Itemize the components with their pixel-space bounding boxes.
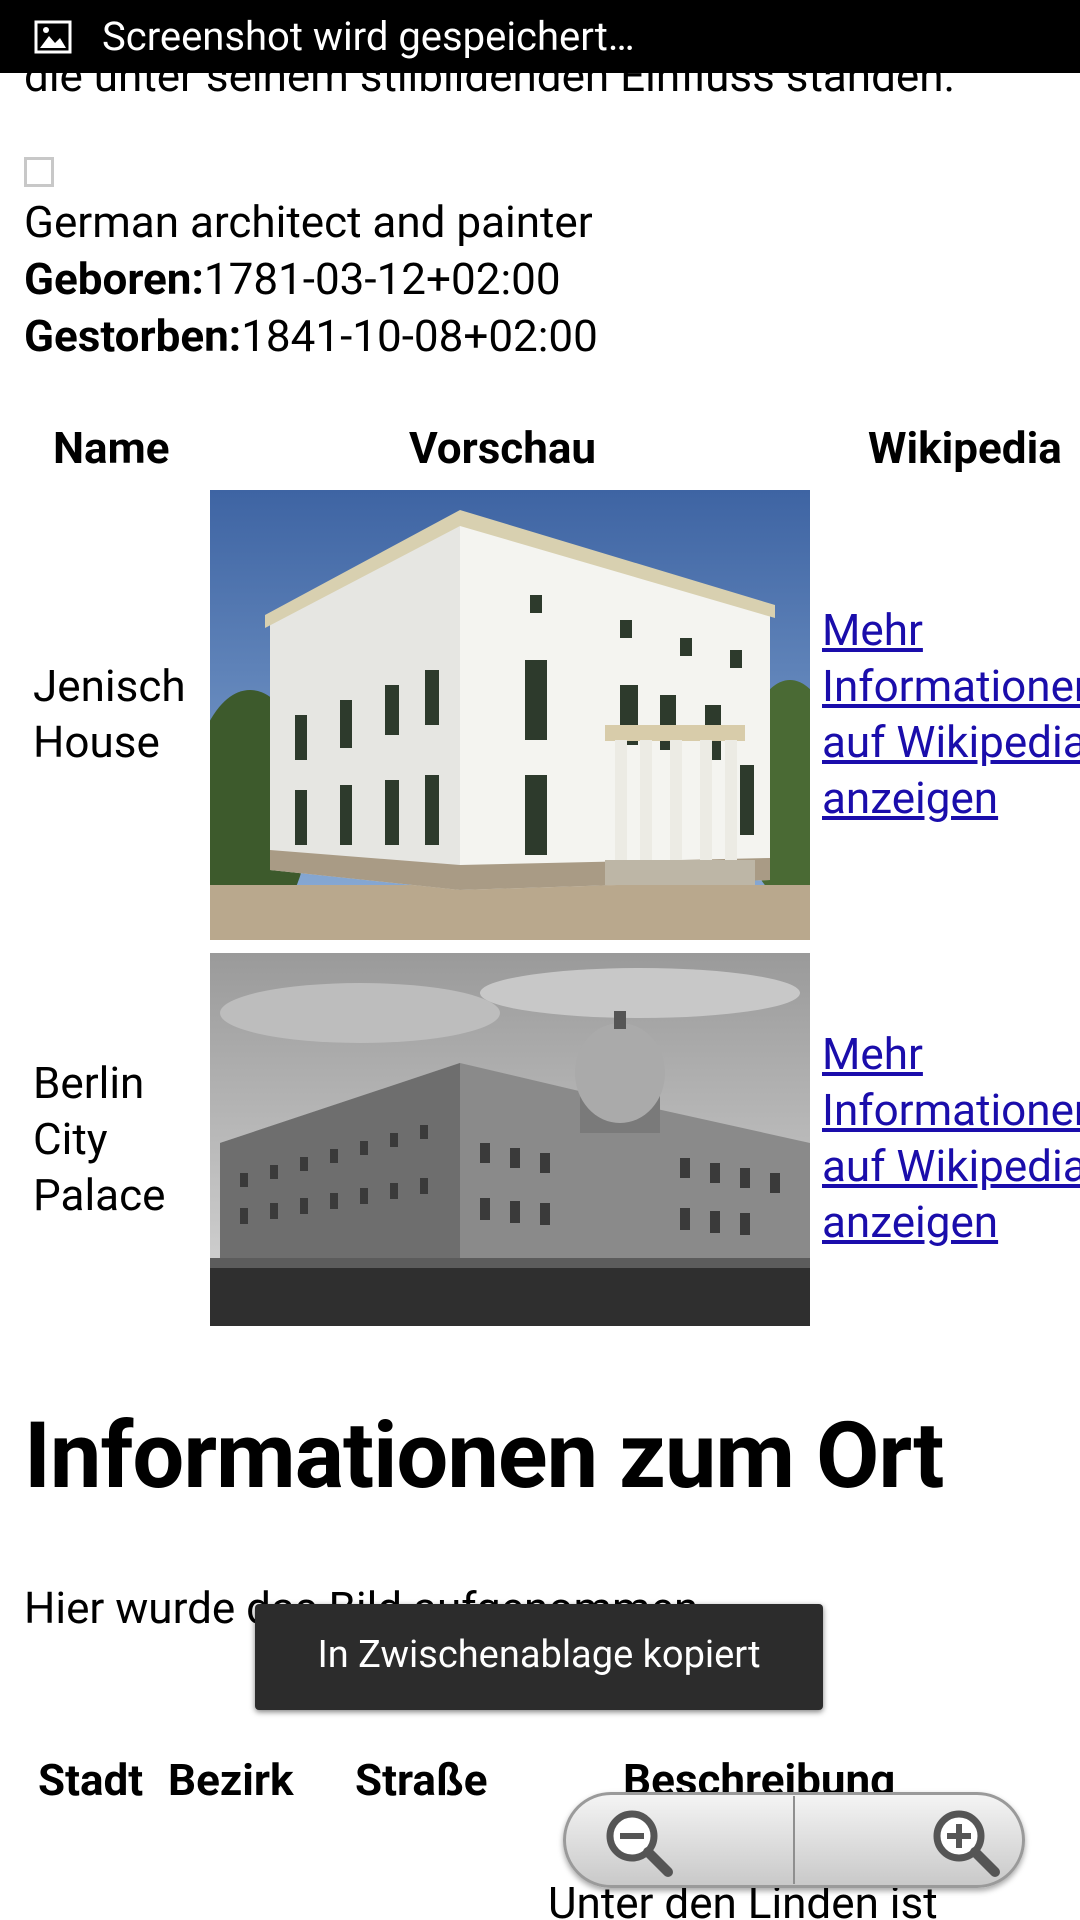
name-line: City (33, 1113, 108, 1165)
header-city: Stadt (38, 1754, 144, 1806)
person-description: German architect and painter (24, 196, 593, 248)
browser-page: die unter seinem stilbildenden Einfluss … (0, 0, 1080, 1920)
header-preview: Vorschau (409, 422, 597, 474)
link-line[interactable]: anzeigen (822, 1194, 1080, 1250)
died-row: Gestorben:1841-10-08+02:00 (24, 308, 598, 364)
link-line[interactable]: Mehr (822, 1026, 1080, 1082)
row-name-jenisch-house: Jenisch House (33, 658, 186, 770)
link-line[interactable]: Informationen (822, 1082, 1080, 1138)
zoom-in-icon (925, 1802, 1005, 1886)
zoom-out-icon (598, 1802, 678, 1886)
name-line: House (33, 716, 160, 768)
link-line[interactable]: anzeigen (822, 770, 1080, 826)
zoom-out-button[interactable] (563, 1792, 793, 1888)
died-value: 1841-10-08+02:00 (241, 310, 598, 362)
preview-image-jenisch-house[interactable] (210, 490, 810, 940)
born-row: Geboren:1781-03-12+02:00 (24, 251, 561, 307)
name-line: Berlin (33, 1057, 145, 1109)
zoom-in-button[interactable] (795, 1792, 1025, 1888)
toast-text: In Zwischenablage kopiert (317, 1633, 761, 1677)
name-line: Palace (33, 1169, 166, 1221)
name-line: Jenisch (33, 660, 186, 712)
header-wikipedia: Wikipedia (868, 422, 1062, 474)
image-checkbox[interactable] (24, 157, 54, 187)
wikipedia-link-jenisch-house[interactable]: Mehr Informationen auf Wikipedia anzeige… (822, 602, 1080, 826)
status-notification: Screenshot wird gespeichert… (102, 13, 635, 60)
preview-image-berlin-city-palace[interactable] (210, 953, 810, 1326)
location-heading: Informationen zum Ort (24, 1403, 944, 1510)
toast-message: In Zwischenablage kopiert (255, 1604, 823, 1710)
died-label: Gestorben: (24, 310, 242, 362)
header-name: Name (53, 422, 170, 474)
image-icon (34, 20, 72, 58)
header-street: Straße (355, 1754, 488, 1806)
born-label: Geboren: (24, 253, 204, 305)
status-bar: Screenshot wird gespeichert… (0, 0, 1080, 73)
link-line[interactable]: auf Wikipedia (822, 1138, 1080, 1194)
header-district: Bezirk (168, 1754, 294, 1806)
link-line[interactable]: Mehr (822, 602, 1080, 658)
born-value: 1781-03-12+02:00 (203, 253, 561, 305)
link-line[interactable]: auf Wikipedia (822, 714, 1080, 770)
zoom-controls (563, 1792, 1025, 1888)
wikipedia-link-berlin-city-palace[interactable]: Mehr Informationen auf Wikipedia anzeige… (822, 1026, 1080, 1250)
link-line[interactable]: Informationen (822, 658, 1080, 714)
row-name-berlin-city-palace: Berlin City Palace (33, 1055, 165, 1223)
